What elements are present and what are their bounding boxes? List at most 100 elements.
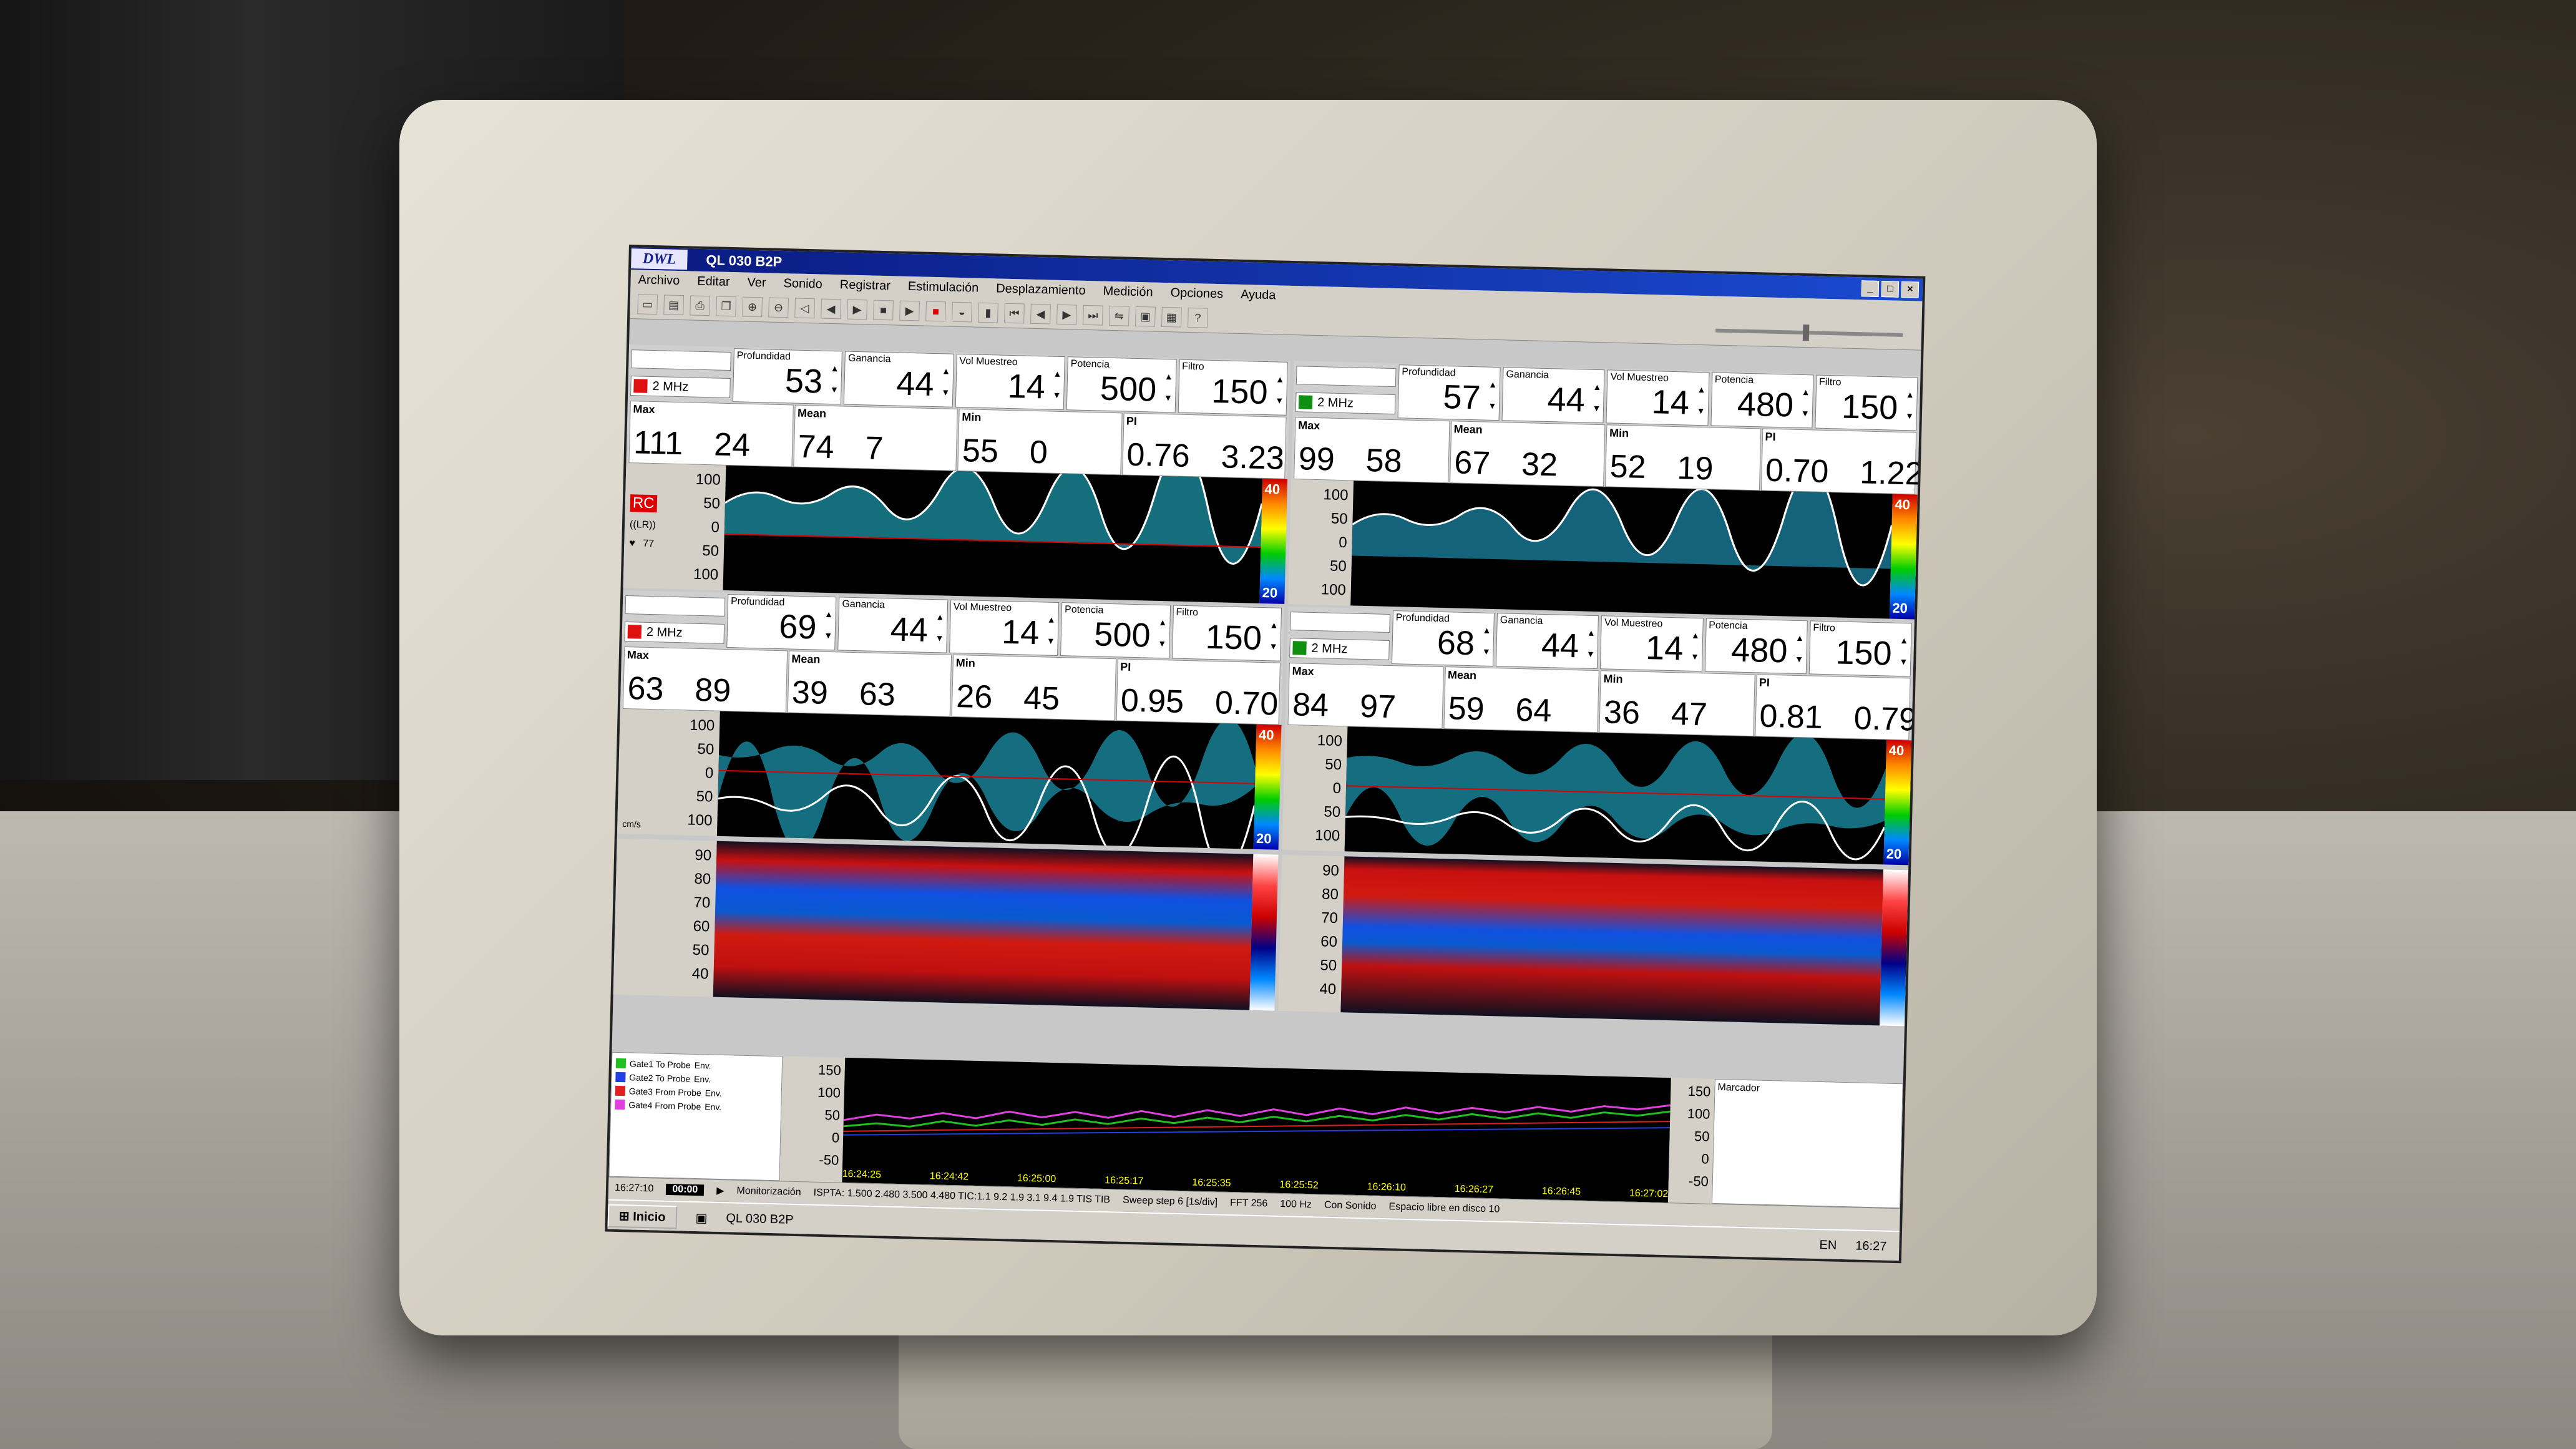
param-ganancia[interactable]: Ganancia 44 ▲ ▼: [1501, 367, 1605, 424]
menu-desplazamiento[interactable]: Desplazamiento: [996, 281, 1086, 298]
start-button[interactable]: ⊞ Inicio: [607, 1204, 677, 1229]
stop-icon[interactable]: ■: [873, 300, 894, 321]
spinner-icon[interactable]: ▲ ▼: [1052, 363, 1062, 406]
spinner-icon[interactable]: ▲ ▼: [1905, 384, 1915, 426]
menu-opciones[interactable]: Opciones: [1170, 286, 1223, 301]
param-potencia[interactable]: Potencia 480 ▲ ▼: [1704, 618, 1808, 675]
mmode-image[interactable]: [1340, 856, 1884, 1026]
spinner-icon[interactable]: ▲ ▼: [824, 603, 834, 646]
freq-selector[interactable]: 2 MHz: [630, 346, 731, 402]
spinner-icon[interactable]: ▲ ▼: [1046, 609, 1056, 651]
param-filtro[interactable]: Filtro 150 ▲ ▼: [1815, 374, 1918, 431]
param-profundidad[interactable]: Profundidad 69 ▲ ▼: [726, 594, 837, 651]
last-icon[interactable]: ⏭: [1083, 305, 1103, 326]
spinner-icon[interactable]: ▲ ▼: [1481, 620, 1491, 662]
doppler-spectrum[interactable]: [723, 465, 1263, 603]
marker-icon[interactable]: ▮: [978, 302, 998, 323]
param-ganancia[interactable]: Ganancia 44 ▲ ▼: [837, 597, 949, 653]
param-filtro[interactable]: Filtro 150 ▲ ▼: [1171, 605, 1282, 661]
record-icon[interactable]: ■: [925, 301, 946, 322]
spinner-icon[interactable]: ▲ ▼: [1164, 366, 1174, 408]
spinner-icon[interactable]: ▲ ▼: [1586, 622, 1596, 665]
param-potencia[interactable]: Potencia 500 ▲ ▼: [1060, 602, 1171, 659]
freq-selector[interactable]: 2 MHz: [1295, 362, 1397, 418]
probe-select[interactable]: [1290, 612, 1390, 633]
task-label[interactable]: QL 030 B2P: [726, 1211, 794, 1227]
param-vol-muestreo[interactable]: Vol Muestreo 14 ▲ ▼: [955, 353, 1066, 411]
spinner-icon[interactable]: ▲ ▼: [1795, 627, 1805, 670]
freq-select[interactable]: 2 MHz: [1289, 638, 1390, 660]
language-indicator[interactable]: EN: [1819, 1238, 1837, 1253]
probe-select[interactable]: [631, 349, 731, 371]
param-vol-muestreo[interactable]: Vol Muestreo 14 ▲ ▼: [949, 599, 1060, 656]
doppler-spectrum[interactable]: [1344, 726, 1887, 865]
spinner-icon[interactable]: ▲ ▼: [1158, 612, 1168, 654]
spinner-icon[interactable]: ▲ ▼: [1592, 376, 1602, 419]
menu-registrar[interactable]: Registrar: [840, 278, 891, 293]
menu-medicion[interactable]: Medición: [1103, 284, 1153, 300]
spinner-icon[interactable]: ▲ ▼: [935, 606, 945, 648]
maximize-icon[interactable]: □: [1881, 281, 1900, 298]
play-record-icon[interactable]: ▶: [899, 300, 920, 321]
probe-icon[interactable]: ◒: [952, 301, 972, 323]
app-task-icon[interactable]: ▣: [695, 1210, 708, 1226]
spinner-icon[interactable]: ▲ ▼: [1275, 368, 1285, 411]
copy-icon[interactable]: ❐: [716, 296, 737, 317]
spinner-icon[interactable]: ▲ ▼: [1488, 374, 1498, 416]
play-icon[interactable]: ▶: [847, 299, 867, 320]
doppler-spectrum[interactable]: [716, 711, 1257, 849]
trend-plot[interactable]: 16:24:25 16:24:42 16:25:00 16:25:17 16:2…: [842, 1057, 1671, 1203]
spinner-icon[interactable]: ▲ ▼: [1801, 381, 1811, 424]
close-icon[interactable]: ×: [1901, 281, 1920, 298]
prev-icon[interactable]: ◀: [1030, 303, 1051, 324]
param-profundidad[interactable]: Profundidad 53 ▲ ▼: [732, 348, 843, 405]
freq-selector[interactable]: 2 MHz: [624, 592, 726, 648]
spinner-icon[interactable]: ▲ ▼: [1899, 630, 1909, 672]
zoom-in-icon[interactable]: ⊕: [742, 296, 763, 318]
zoom-out-icon[interactable]: ⊖: [768, 297, 789, 318]
link-icon[interactable]: ⇋: [1109, 305, 1129, 326]
menu-ayuda[interactable]: Ayuda: [1241, 287, 1276, 302]
param-filtro[interactable]: Filtro 150 ▲ ▼: [1178, 359, 1288, 416]
print-icon[interactable]: ⎙: [690, 295, 711, 316]
param-potencia[interactable]: Potencia 500 ▲ ▼: [1066, 356, 1177, 413]
next-icon[interactable]: ▶: [1056, 304, 1077, 325]
volume-icon[interactable]: ◀: [821, 298, 841, 320]
spinner-icon[interactable]: ▲ ▼: [1696, 379, 1706, 421]
menu-sonido[interactable]: Sonido: [783, 276, 822, 292]
doppler-spectrum[interactable]: [1350, 481, 1893, 619]
spinner-icon[interactable]: ▲ ▼: [1690, 625, 1700, 667]
spinner-icon[interactable]: ▲ ▼: [830, 358, 840, 400]
param-vol-muestreo[interactable]: Vol Muestreo 14 ▲ ▼: [1606, 369, 1710, 426]
play-icon[interactable]: ▶: [716, 1184, 724, 1197]
param-profundidad[interactable]: Profundidad 57 ▲ ▼: [1397, 364, 1501, 421]
param-ganancia[interactable]: Ganancia 44 ▲ ▼: [1496, 613, 1599, 670]
marcador-panel[interactable]: Marcador: [1711, 1078, 1903, 1209]
first-icon[interactable]: ⏮: [1004, 303, 1025, 324]
mmode-image[interactable]: [713, 841, 1254, 1010]
probe-select[interactable]: [625, 595, 726, 617]
freq-select[interactable]: 2 MHz: [1295, 392, 1396, 415]
spinner-icon[interactable]: ▲ ▼: [1269, 614, 1279, 656]
mute-icon[interactable]: ◁: [794, 298, 815, 319]
save-icon[interactable]: ▤: [663, 295, 685, 316]
freq-selector[interactable]: 2 MHz: [1289, 608, 1390, 664]
param-vol-muestreo[interactable]: Vol Muestreo 14 ▲ ▼: [1600, 615, 1704, 672]
freq-select[interactable]: 2 MHz: [630, 376, 731, 399]
grid-icon[interactable]: ▦: [1161, 306, 1182, 328]
menu-editar[interactable]: Editar: [697, 274, 730, 289]
volume-slider[interactable]: [1715, 328, 1903, 337]
param-filtro[interactable]: Filtro 150 ▲ ▼: [1808, 620, 1912, 677]
probe-select[interactable]: [1295, 366, 1397, 388]
spinner-icon[interactable]: ▲ ▼: [941, 360, 951, 402]
menu-estimulacion[interactable]: Estimulación: [908, 279, 979, 295]
param-ganancia[interactable]: Ganancia 44 ▲ ▼: [844, 351, 954, 407]
param-profundidad[interactable]: Profundidad 68 ▲ ▼: [1391, 610, 1495, 667]
help-icon[interactable]: ?: [1188, 307, 1208, 328]
menu-ver[interactable]: Ver: [747, 275, 766, 290]
param-potencia[interactable]: Potencia 480 ▲ ▼: [1710, 372, 1814, 429]
menu-archivo[interactable]: Archivo: [638, 273, 680, 288]
monitor-icon[interactable]: ▣: [1135, 306, 1156, 327]
freq-select[interactable]: 2 MHz: [624, 622, 725, 644]
minimize-icon[interactable]: _: [1861, 280, 1880, 297]
